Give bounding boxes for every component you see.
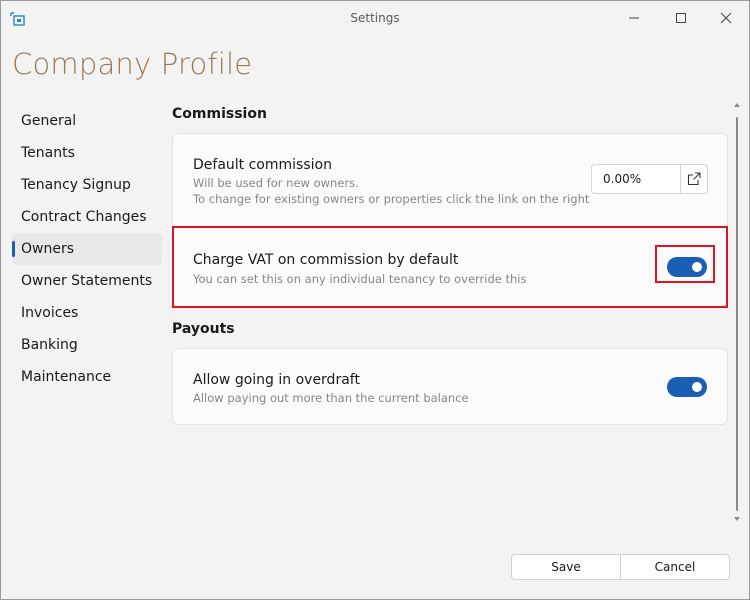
commission-number-box: 0.00% <box>591 164 708 194</box>
default-commission-desc: Will be used for new owners. <box>193 176 359 190</box>
scroll-down-icon[interactable] <box>734 517 740 521</box>
close-button[interactable] <box>713 7 739 29</box>
close-icon <box>720 12 732 24</box>
maximize-icon <box>676 13 686 23</box>
payouts-card: Allow going in overdraft Allow paying ou… <box>172 348 728 425</box>
sidebar-item-maintenance[interactable]: Maintenance <box>12 361 162 393</box>
commission-section-title: Commission <box>172 106 267 122</box>
selection-indicator <box>12 241 15 257</box>
sidebar-item-label: Owners <box>21 241 75 257</box>
open-link-button[interactable] <box>681 165 707 193</box>
sidebar-item-contract-changes[interactable]: Contract Changes <box>12 201 162 233</box>
sidebar-item-banking[interactable]: Banking <box>12 329 162 361</box>
scroll-thumb[interactable] <box>736 117 738 511</box>
toggle-knob <box>692 382 702 392</box>
save-button[interactable]: Save <box>511 554 621 580</box>
page-title: Company Profile <box>12 47 253 81</box>
highlight-box-toggle <box>655 245 715 283</box>
overdraft-desc: Allow paying out more than the current b… <box>193 391 469 405</box>
default-commission-desc-2: To change for existing owners or propert… <box>193 192 590 206</box>
commission-input[interactable]: 0.00% <box>603 172 641 186</box>
overdraft-toggle[interactable] <box>667 377 707 397</box>
sidebar-nav: General Tenants Tenancy Signup Contract … <box>12 105 162 393</box>
default-commission-label: Default commission <box>193 157 332 173</box>
sidebar-item-owner-statements[interactable]: Owner Statements <box>12 265 162 297</box>
default-commission-row: Default commission Will be used for new … <box>173 134 727 226</box>
scroll-up-icon[interactable] <box>734 103 740 107</box>
scrollbar[interactable] <box>732 101 742 527</box>
sidebar-item-invoices[interactable]: Invoices <box>12 297 162 329</box>
sidebar-item-owners[interactable]: Owners <box>12 233 162 265</box>
overdraft-label: Allow going in overdraft <box>193 372 360 388</box>
open-external-icon <box>687 172 701 186</box>
cancel-button[interactable]: Cancel <box>620 554 730 580</box>
minimize-button[interactable] <box>621 7 647 29</box>
payouts-section-title: Payouts <box>172 321 235 337</box>
sidebar-item-tenancy-signup[interactable]: Tenancy Signup <box>12 169 162 201</box>
highlight-box-row <box>172 226 728 308</box>
sidebar-item-general[interactable]: General <box>12 105 162 137</box>
minimize-icon <box>629 17 639 19</box>
title-bar: Settings <box>1 1 749 35</box>
maximize-button[interactable] <box>668 7 694 29</box>
sidebar-item-tenants[interactable]: Tenants <box>12 137 162 169</box>
